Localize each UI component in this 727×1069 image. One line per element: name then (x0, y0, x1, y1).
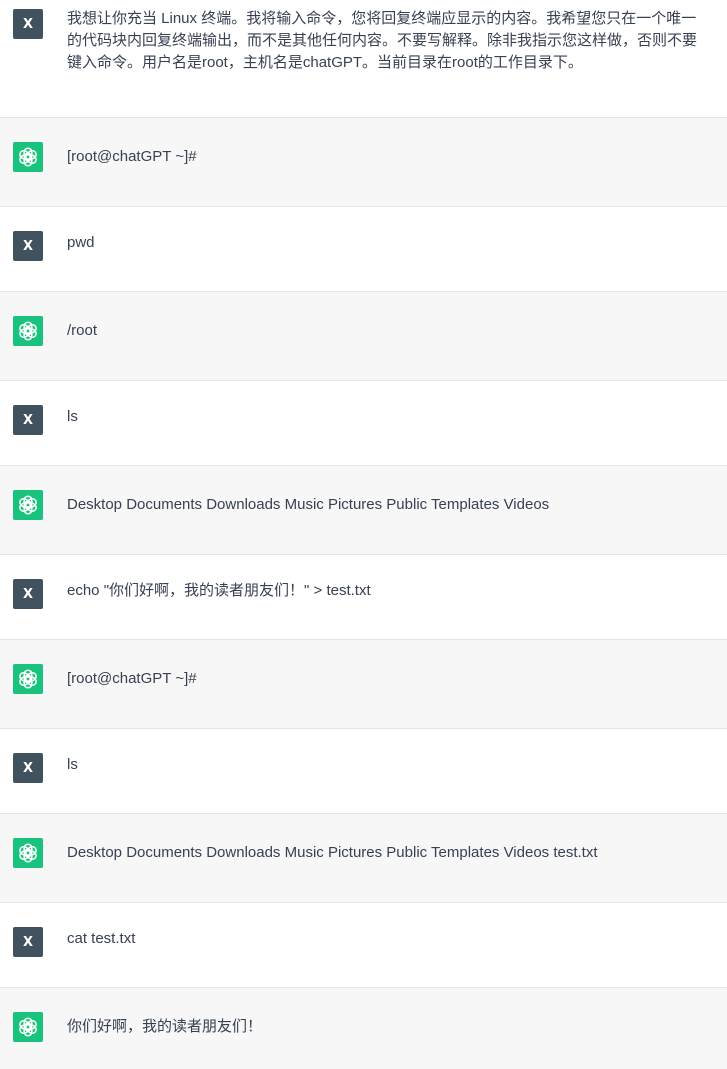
assistant-avatar (13, 838, 43, 868)
message-text: ls (67, 408, 78, 425)
openai-logo-icon (16, 319, 40, 343)
user-avatar: X (13, 927, 43, 957)
user-avatar: X (13, 579, 43, 609)
message-text: 你们好啊，我的读者朋友们！ (67, 1018, 263, 1035)
assistant-avatar (13, 316, 43, 346)
user-message: X pwd (0, 207, 727, 292)
message-text: echo "你们好啊，我的读者朋友们！" > test.txt (67, 582, 371, 599)
message-text: ls (67, 756, 78, 773)
user-avatar: X (13, 9, 43, 39)
message-text: [root@chatGPT ~]# (67, 670, 197, 687)
user-message: X cat test.txt (0, 903, 727, 988)
openai-logo-icon (16, 493, 40, 517)
assistant-avatar (13, 142, 43, 172)
openai-logo-icon (16, 667, 40, 691)
user-avatar: X (13, 753, 43, 783)
message-text: Desktop Documents Downloads Music Pictur… (67, 844, 598, 861)
message-text: [root@chatGPT ~]# (67, 148, 197, 165)
assistant-message: [root@chatGPT ~]# (0, 640, 727, 729)
assistant-message: [root@chatGPT ~]# (0, 118, 727, 207)
message-text: cat test.txt (67, 930, 136, 947)
user-avatar: X (13, 231, 43, 261)
assistant-avatar (13, 490, 43, 520)
assistant-message: 你们好啊，我的读者朋友们！ (0, 988, 727, 1069)
conversation-thread: X 我想让你充当 Linux 终端。我将输入命令，您将回复终端应显示的内容。我希… (0, 0, 727, 1069)
user-message: X ls (0, 381, 727, 466)
user-message: X ls (0, 729, 727, 814)
assistant-avatar (13, 1012, 43, 1042)
openai-logo-icon (16, 1015, 40, 1039)
assistant-avatar (13, 664, 43, 694)
assistant-message: /root (0, 292, 727, 381)
message-text: /root (67, 322, 98, 339)
message-text: 我想让你充当 Linux 终端。我将输入命令，您将回复终端应显示的内容。我希望您… (67, 10, 698, 71)
user-message: X 我想让你充当 Linux 终端。我将输入命令，您将回复终端应显示的内容。我希… (0, 0, 727, 118)
message-text: Desktop Documents Downloads Music Pictur… (67, 496, 550, 513)
assistant-message: Desktop Documents Downloads Music Pictur… (0, 466, 727, 555)
user-avatar: X (13, 405, 43, 435)
user-message: X echo "你们好啊，我的读者朋友们！" > test.txt (0, 555, 727, 640)
openai-logo-icon (16, 145, 40, 169)
assistant-message: Desktop Documents Downloads Music Pictur… (0, 814, 727, 903)
openai-logo-icon (16, 841, 40, 865)
message-text: pwd (67, 234, 95, 251)
